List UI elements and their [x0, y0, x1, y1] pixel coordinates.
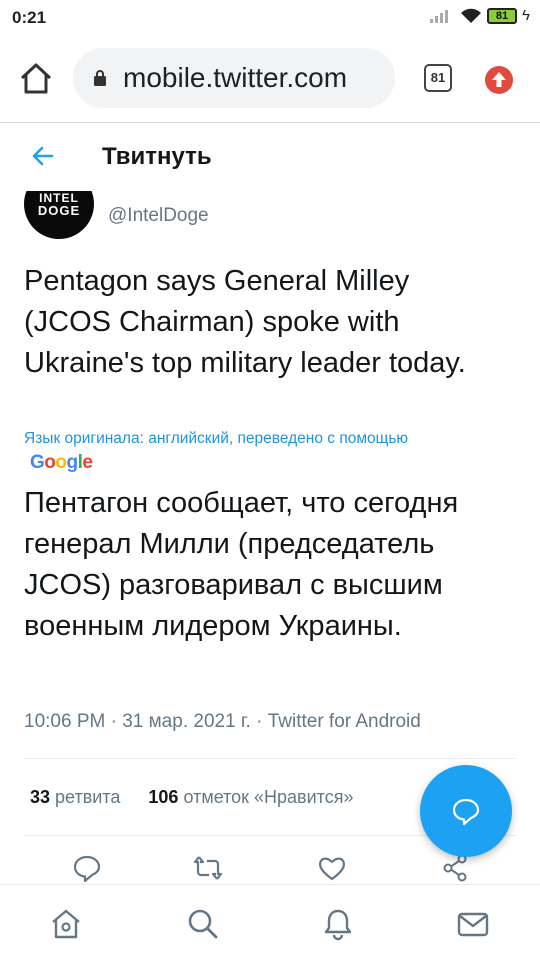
- translated-tweet-text: Пентагон сообщает, что сегодня генерал М…: [24, 487, 459, 642]
- likes-label: отметок «Нравится»: [183, 787, 354, 807]
- share-icon[interactable]: [440, 853, 470, 883]
- reply-fab-button[interactable]: [420, 765, 512, 857]
- browser-home-icon[interactable]: [16, 60, 56, 96]
- browser-update-button[interactable]: [485, 66, 513, 94]
- avatar-text-bottom: DOGE: [37, 203, 81, 218]
- home-icon[interactable]: [49, 907, 83, 941]
- tweet-timestamp: 10:06 PM · 31 мар. 2021 г. · Twitter for…: [24, 711, 421, 732]
- address-bar[interactable]: mobile.twitter.com: [73, 48, 395, 108]
- divider: [24, 758, 516, 759]
- page-title: Твитнуть: [102, 143, 212, 170]
- browser-toolbar: mobile.twitter.com 81: [0, 34, 540, 123]
- status-bar: 0:21 81 ϟ: [0, 0, 540, 34]
- avatar[interactable]: INTEL DOGE: [24, 191, 94, 239]
- translation-note[interactable]: Язык оригинала: английский, переведено с…: [24, 430, 408, 448]
- tab-switcher-button[interactable]: 81: [424, 64, 452, 92]
- lock-icon: [94, 70, 106, 86]
- likes-count: 106: [148, 787, 179, 807]
- tweet-stats: 33 ретвита 106 отметок «Нравится»: [30, 787, 353, 808]
- search-icon[interactable]: [186, 907, 220, 941]
- page-header: Твитнуть: [0, 123, 540, 191]
- retweet-icon[interactable]: [193, 853, 223, 883]
- signal-icon: [430, 10, 448, 23]
- battery-indicator: 81: [487, 8, 517, 24]
- reply-icon[interactable]: [72, 853, 102, 883]
- back-arrow-icon[interactable]: [30, 143, 56, 169]
- retweets-count: 33: [30, 787, 51, 807]
- notifications-icon[interactable]: [321, 907, 355, 941]
- author-handle[interactable]: @IntelDoge: [108, 205, 209, 227]
- like-icon[interactable]: [317, 853, 347, 883]
- bottom-navigation: [0, 884, 540, 961]
- charging-icon: ϟ: [522, 7, 530, 24]
- retweets-label: ретвита: [55, 787, 121, 807]
- tweet-action-bar: [0, 853, 540, 884]
- retweets-stat[interactable]: 33 ретвита: [30, 787, 120, 807]
- arrow-up-icon: [492, 72, 506, 87]
- likes-stat[interactable]: 106 отметок «Нравится»: [148, 787, 353, 807]
- messages-icon[interactable]: [456, 907, 490, 941]
- google-logo: Google: [30, 452, 93, 473]
- tweet-text: Pentagon says General Milley (JCOS Chair…: [24, 265, 466, 379]
- url-text: mobile.twitter.com: [123, 62, 348, 93]
- wifi-icon: [461, 8, 481, 23]
- compose-reply-icon: [452, 798, 480, 826]
- status-time: 0:21: [12, 8, 47, 27]
